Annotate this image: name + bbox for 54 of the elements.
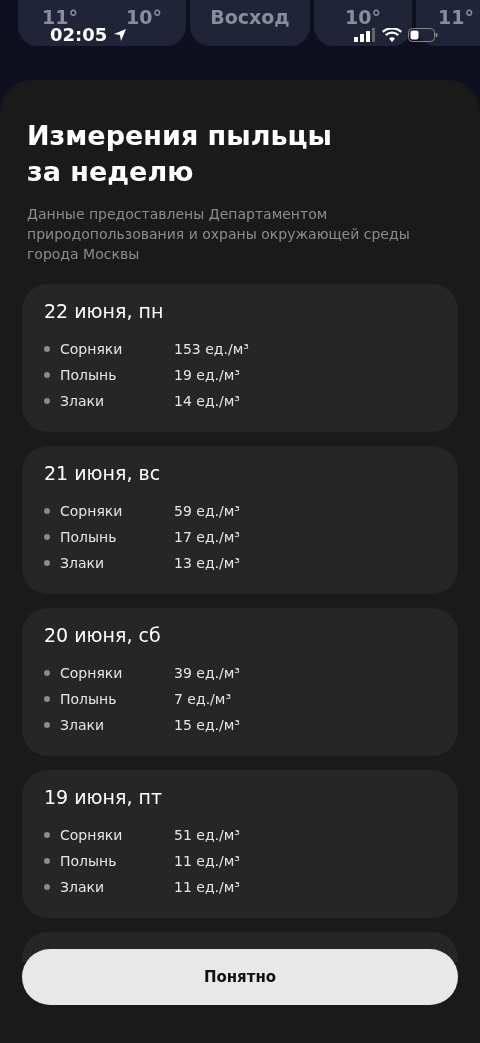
wifi-icon (382, 27, 402, 42)
pollen-count: 15 ед./м³ (174, 717, 240, 733)
bullet-dot (44, 832, 50, 838)
tile-text: 10° (345, 6, 381, 28)
bullet-dot (44, 560, 50, 566)
pollen-type: Сорняки (60, 341, 124, 357)
signal-icon (354, 27, 376, 42)
pollen-count: 19 ед./м³ (174, 367, 240, 383)
pollen-type: Сорняки (60, 503, 124, 519)
forecast-tile[interactable]: Восход (190, 0, 310, 46)
pollen-type: Злаки (60, 879, 106, 895)
bullet-dot (44, 884, 50, 890)
sheet-title: Измерения пыльцы за неделю (27, 119, 333, 189)
tile-text: Восход (210, 6, 290, 28)
pollen-type: Злаки (60, 555, 106, 571)
date-heading: 19 июня, пт (44, 786, 163, 808)
pollen-count: 153 ед./м³ (174, 341, 249, 357)
pollen-count: 59 ед./м³ (174, 503, 240, 519)
pollen-type: Злаки (60, 717, 106, 733)
source-note: Данные предоставлены Департаментом природопользования и охраны окружающей среды города Москвы (27, 205, 411, 264)
bullet-dot (44, 508, 50, 514)
forecast-tile[interactable]: 11° (416, 0, 480, 46)
pollen-type: Сорняки (60, 665, 124, 681)
date-heading: 20 июня, сб (44, 624, 162, 646)
bullet-dot (44, 372, 50, 378)
pollen-type: Сорняки (60, 827, 124, 843)
tile-text: 11° (438, 6, 474, 28)
bullet-dot (44, 722, 50, 728)
pollen-count: 11 ед./м³ (174, 853, 240, 869)
pollen-count: 39 ед./м³ (174, 665, 240, 681)
ok-button[interactable]: Понятно (22, 949, 458, 1005)
bullet-dot (44, 696, 50, 702)
pollen-type: Полынь (60, 691, 118, 707)
pollen-count: 14 ед./м³ (174, 393, 240, 409)
pollen-type: Полынь (60, 853, 118, 869)
date-heading: 21 июня, вс (44, 462, 162, 484)
pollen-count: 11 ед./м³ (174, 879, 240, 895)
pollen-count: 7 ед./м³ (174, 691, 231, 707)
forecast-tile[interactable]: 10° (314, 0, 412, 46)
pollen-type: Полынь (60, 529, 118, 545)
tile-text: 10° (126, 6, 162, 28)
bullet-dot (44, 670, 50, 676)
bullet-dot (44, 534, 50, 540)
bullet-dot (44, 398, 50, 404)
pollen-count: 13 ед./м³ (174, 555, 240, 571)
battery-icon (408, 27, 438, 42)
pollen-count: 17 ед./м³ (174, 529, 240, 545)
bullet-dot (44, 346, 50, 352)
bullet-dot (44, 858, 50, 864)
location-arrow-icon (113, 27, 128, 42)
pollen-type: Злаки (60, 393, 106, 409)
pollen-type: Полынь (60, 367, 118, 383)
date-heading: 22 июня, пн (44, 300, 165, 322)
pollen-count: 51 ед./м³ (174, 827, 240, 843)
